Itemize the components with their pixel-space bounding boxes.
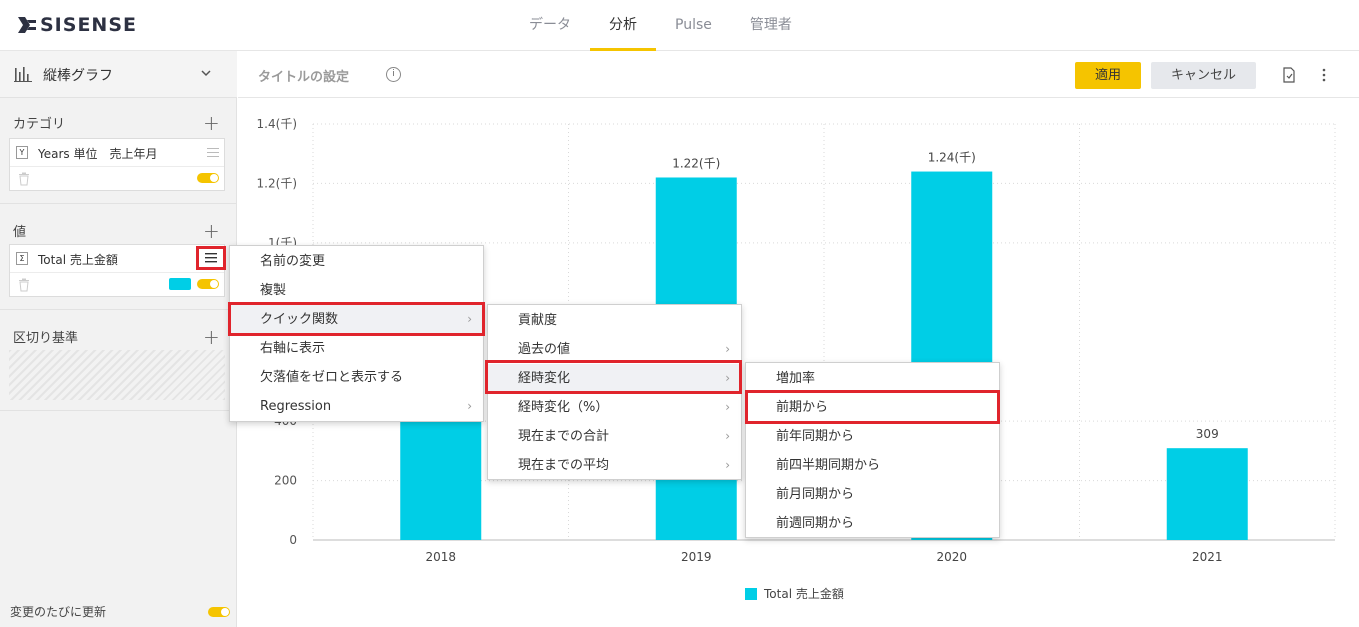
menu-item-label: 経時変化（%）: [518, 400, 609, 415]
menu-item-label: 経時変化: [518, 371, 571, 386]
menu-item-running-total[interactable]: 現在までの合計 ›: [488, 422, 741, 451]
trash-icon[interactable]: [18, 278, 30, 292]
chevron-right-icon: ›: [725, 429, 730, 443]
trash-icon[interactable]: [18, 172, 30, 186]
breakby-section: 区切り基準 +: [0, 310, 237, 410]
widget-type-label: 縦棒グラフ: [43, 68, 113, 84]
x-tick-label: 2018: [425, 550, 456, 564]
nav-admin[interactable]: 管理者: [731, 0, 811, 51]
category-toggle[interactable]: [197, 173, 219, 183]
chart-legend[interactable]: Total 売上金額: [745, 585, 844, 602]
chevron-right-icon: ›: [467, 312, 472, 326]
y-tick-label: 0: [289, 533, 297, 547]
category-field-card[interactable]: Y Years 単位 売上年月: [9, 138, 225, 191]
menu-item-from-same-period-last-month[interactable]: 前月同期から: [746, 480, 999, 509]
menu-item-from-previous-period[interactable]: 前期から: [746, 393, 999, 422]
widget-design-panel: 縦棒グラフ カテゴリ + Y Years 単位 売上年月 値 + Σ Total…: [0, 51, 237, 627]
data-label: 1.22(千): [672, 156, 720, 170]
nav-pulse[interactable]: Pulse: [656, 0, 731, 51]
chevron-right-icon: ›: [725, 458, 730, 472]
y-tick-label: 1.2(千): [257, 176, 297, 190]
menu-item-quick-functions[interactable]: クイック関数 ›: [230, 305, 483, 334]
menu-item-rename[interactable]: 名前の変更: [230, 247, 483, 276]
breakby-drop-area[interactable]: [9, 350, 225, 400]
bar-chart-icon: [14, 67, 32, 82]
logo-mark-icon: [18, 17, 36, 33]
x-tick-label: 2019: [681, 550, 712, 564]
value-field-card[interactable]: Σ Total 売上金額: [9, 244, 225, 297]
info-icon[interactable]: i: [386, 67, 401, 82]
x-tick-label: 2020: [936, 550, 967, 564]
card-divider: [10, 272, 224, 273]
menu-item-label: クイック関数: [260, 312, 339, 327]
legend-label: Total 売上金額: [764, 587, 844, 601]
add-breakby-button[interactable]: +: [203, 327, 220, 347]
menu-item-label: 過去の値: [518, 342, 571, 357]
menu-item-diff-over-time[interactable]: 経時変化 ›: [488, 364, 741, 393]
logo-text: SISENSE: [40, 14, 137, 36]
menu-item-from-same-period-last-year[interactable]: 前年同期から: [746, 422, 999, 451]
field-context-menu: 名前の変更 複製 クイック関数 › 右軸に表示 欠落値をゼロと表示する Regr…: [229, 245, 484, 422]
menu-item-diff-over-time-pct[interactable]: 経時変化（%） ›: [488, 393, 741, 422]
cancel-button[interactable]: キャンセル: [1151, 62, 1256, 89]
x-tick-label: 2021: [1192, 550, 1223, 564]
value-toggle[interactable]: [197, 279, 219, 289]
bar: [1166, 448, 1248, 540]
nav-analytics[interactable]: 分析: [590, 0, 656, 51]
widget-type-selector[interactable]: 縦棒グラフ: [0, 51, 237, 98]
values-title: 値: [13, 225, 27, 240]
data-label: 309: [1196, 427, 1219, 441]
menu-item-running-average[interactable]: 現在までの平均 ›: [488, 451, 741, 480]
chevron-down-icon[interactable]: [199, 66, 213, 80]
y-tick-label: 200: [274, 474, 297, 488]
auto-update-toggle[interactable]: [208, 607, 230, 617]
export-icon[interactable]: [1280, 66, 1298, 84]
sisense-logo[interactable]: SISENSE: [16, 14, 137, 36]
top-bar: SISENSE データ 分析 Pulse 管理者: [0, 0, 1359, 51]
chevron-right-icon: ›: [725, 342, 730, 356]
menu-item-label: Regression: [260, 399, 332, 414]
field-menu-icon[interactable]: [206, 147, 220, 159]
more-options-icon[interactable]: [1315, 66, 1333, 84]
auto-update-label: 変更のたびに更新: [10, 605, 107, 619]
value-field-label: Total 売上金額: [38, 253, 118, 267]
menu-item-label: 現在までの合計: [518, 429, 610, 444]
sum-badge: Σ: [16, 252, 28, 265]
quick-functions-submenu: 貢献度 過去の値 › 経時変化 › 経時変化（%） › 現在までの合計 › 現在…: [487, 304, 742, 480]
menu-item-duplicate[interactable]: 複製: [230, 276, 483, 305]
menu-item-past-value[interactable]: 過去の値 ›: [488, 335, 741, 364]
breakby-title: 区切り基準: [13, 331, 79, 346]
add-category-button[interactable]: +: [203, 113, 220, 133]
divider: [0, 410, 237, 411]
y-tick-label: 1.4(千): [257, 117, 297, 131]
add-value-button[interactable]: +: [203, 221, 220, 241]
widget-title-input[interactable]: タイトルの設定: [258, 66, 349, 85]
menu-item-from-same-period-last-week[interactable]: 前週同期から: [746, 509, 999, 538]
date-type-badge: Y: [16, 146, 28, 159]
menu-item-growth-rate[interactable]: 増加率: [746, 364, 999, 393]
legend-swatch: [745, 587, 757, 600]
chevron-right-icon: ›: [467, 399, 472, 413]
values-section: 値 + Σ Total 売上金額: [0, 204, 237, 309]
series-color-swatch[interactable]: [169, 278, 191, 290]
menu-item-missing-as-zero[interactable]: 欠落値をゼロと表示する: [230, 363, 483, 392]
category-field-label: Years 単位 売上年月: [38, 147, 158, 161]
chevron-right-icon: ›: [725, 371, 730, 385]
nav-data[interactable]: データ: [510, 0, 590, 51]
category-title: カテゴリ: [13, 117, 66, 132]
data-label: 1.24(千): [928, 151, 976, 165]
diff-over-time-submenu: 増加率 前期から 前年同期から 前四半期同期から 前月同期から 前週同期から: [745, 362, 1000, 538]
menu-item-contribution[interactable]: 貢献度: [488, 306, 741, 335]
menu-item-label: 現在までの平均: [518, 458, 610, 473]
chevron-right-icon: ›: [725, 400, 730, 414]
main-nav: データ 分析 Pulse 管理者: [510, 0, 811, 51]
menu-item-regression[interactable]: Regression ›: [230, 392, 483, 421]
menu-item-from-same-period-last-quarter[interactable]: 前四半期同期から: [746, 451, 999, 480]
field-menu-icon[interactable]: [204, 252, 218, 264]
card-divider: [10, 166, 224, 167]
apply-button[interactable]: 適用: [1075, 62, 1141, 89]
widget-header: タイトルの設定 i 適用 キャンセル: [238, 51, 1359, 98]
menu-item-right-axis[interactable]: 右軸に表示: [230, 334, 483, 363]
